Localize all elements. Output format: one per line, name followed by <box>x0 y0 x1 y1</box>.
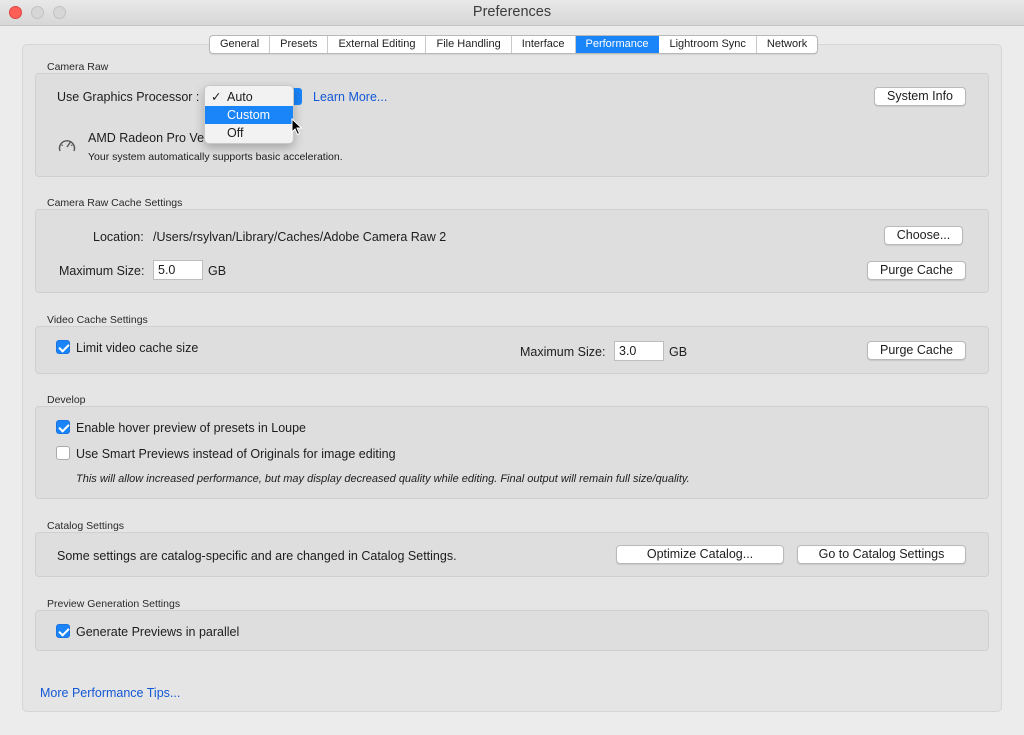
location-path: /Users/rsylvan/Library/Caches/Adobe Came… <box>153 230 447 244</box>
tab-external-editing[interactable]: External Editing <box>328 36 427 53</box>
location-label: Location: <box>93 230 144 244</box>
checkmark-icon: ✓ <box>211 90 222 104</box>
catalog-description: Some settings are catalog-specific and a… <box>57 549 457 563</box>
hover-preview-checkbox[interactable] <box>56 420 70 434</box>
video-max-size-label: Maximum Size: <box>520 345 606 359</box>
gpu-option-auto-label: Auto <box>227 90 253 104</box>
gauge-icon <box>58 140 76 152</box>
gpu-option-custom-label: Custom <box>227 108 271 122</box>
gpu-option-auto[interactable]: ✓ Auto <box>205 88 293 106</box>
camera-raw-section-label: Camera Raw <box>47 61 109 73</box>
video-cache-section-label: Video Cache Settings <box>47 314 148 326</box>
cache-size-unit: GB <box>208 264 227 278</box>
preferences-tab-bar: General Presets External Editing File Ha… <box>209 35 819 54</box>
video-size-unit: GB <box>669 345 688 359</box>
gpu-name: AMD Radeon Pro Ve <box>88 131 205 145</box>
performance-tips-link[interactable]: More Performance Tips... <box>40 686 180 700</box>
gpu-option-off[interactable]: Off <box>205 124 293 142</box>
smart-previews-checkbox[interactable] <box>56 446 70 460</box>
parallel-previews-checkbox[interactable] <box>56 624 70 638</box>
tab-file-handling[interactable]: File Handling <box>426 36 512 53</box>
limit-video-cache-label: Limit video cache size <box>76 341 199 355</box>
cache-max-size-label: Maximum Size: <box>59 264 145 278</box>
smart-previews-note: This will allow increased performance, b… <box>76 473 690 485</box>
purge-cache-button[interactable]: Purge Cache <box>867 261 966 280</box>
gpu-dropdown-menu: ✓ Auto Custom Off <box>204 85 294 144</box>
window-title: Preferences <box>472 4 552 20</box>
tab-performance[interactable]: Performance <box>575 36 660 53</box>
gpu-option-custom[interactable]: Custom <box>205 106 293 124</box>
choose-location-button[interactable]: Choose... <box>884 226 963 245</box>
catalog-section-label: Catalog Settings <box>47 520 125 532</box>
tab-general[interactable]: General <box>210 36 271 53</box>
tab-interface[interactable]: Interface <box>512 36 576 53</box>
gpu-label: Use Graphics Processor : <box>57 90 200 104</box>
smart-previews-label: Use Smart Previews instead of Originals … <box>76 447 396 461</box>
title-bar: Preferences <box>0 0 1024 26</box>
purge-video-cache-button[interactable]: Purge Cache <box>867 341 966 360</box>
mouse-cursor-icon <box>291 118 303 136</box>
cache-section-label: Camera Raw Cache Settings <box>47 197 183 209</box>
gpu-option-off-label: Off <box>227 126 244 140</box>
video-max-size-input[interactable]: 3.0 <box>614 341 664 361</box>
cache-max-size-input[interactable]: 5.0 <box>153 260 203 280</box>
hover-preview-label: Enable hover preview of presets in Loupe <box>76 421 307 435</box>
learn-more-link[interactable]: Learn More... <box>313 90 387 104</box>
go-to-catalog-settings-button[interactable]: Go to Catalog Settings <box>797 545 966 564</box>
tab-presets[interactable]: Presets <box>270 36 329 53</box>
tab-network[interactable]: Network <box>757 36 817 53</box>
parallel-previews-label: Generate Previews in parallel <box>76 625 240 639</box>
preview-section-label: Preview Generation Settings <box>47 598 181 610</box>
system-info-button[interactable]: System Info <box>874 87 966 106</box>
gpu-status: Your system automatically supports basic… <box>88 151 343 163</box>
tab-lightroom-sync[interactable]: Lightroom Sync <box>659 36 757 53</box>
limit-video-cache-checkbox[interactable] <box>56 340 70 354</box>
develop-section-label: Develop <box>47 394 86 406</box>
cache-group <box>35 209 989 293</box>
optimize-catalog-button[interactable]: Optimize Catalog... <box>616 545 784 564</box>
